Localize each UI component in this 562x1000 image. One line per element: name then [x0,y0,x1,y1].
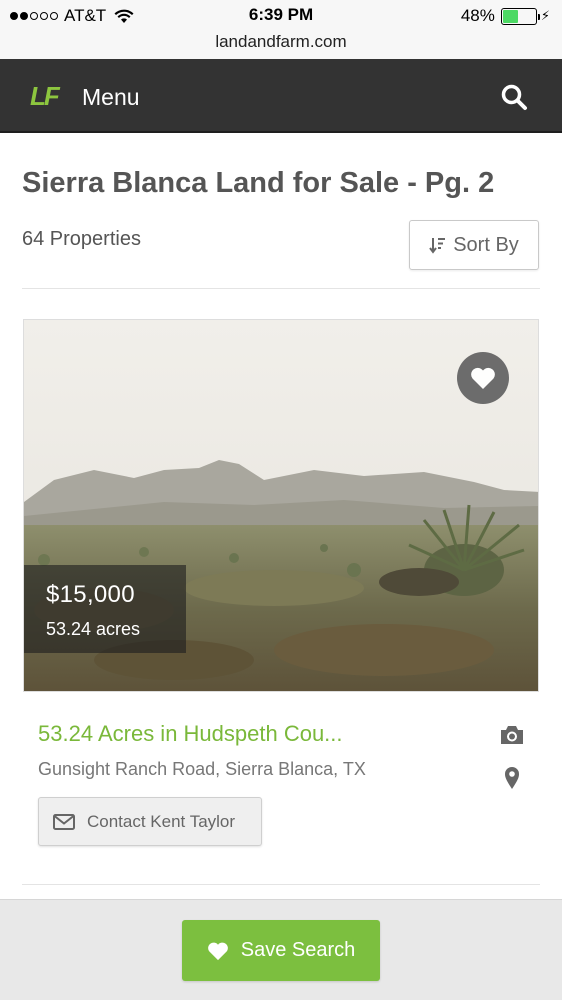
save-search-button[interactable]: Save Search [182,920,380,981]
sort-icon [429,238,446,254]
listing-address: Gunsight Ranch Road, Sierra Blanca, TX [38,759,366,779]
site-logo[interactable]: LF [30,81,60,112]
favorite-button[interactable] [457,352,509,404]
sort-by-button[interactable]: Sort By [409,220,539,270]
contact-agent-button[interactable]: Contact Kent Taylor [38,797,262,846]
battery-level [502,9,519,23]
heart-icon [471,367,495,389]
page-title: Sierra Blanca Land for Sale - Pg. 2 [22,167,495,199]
listing-divider [22,884,540,885]
envelope-icon [53,813,75,830]
header-divider [22,288,540,289]
price-overlay: $15,000 53.24 acres [24,565,186,653]
property-count: 64 Properties [22,228,141,250]
ios-status-bar: AT&T 6:39 PM 48% ⚡ [0,0,562,30]
search-icon[interactable] [500,83,528,111]
battery-percent: 48% [460,6,495,25]
listing-acres: 53.24 acres [46,619,141,639]
listing-price: $15,000 [46,581,135,608]
contact-agent-label: Contact Kent Taylor [87,811,236,831]
charging-icon: ⚡ [540,8,550,23]
sort-by-label: Sort By [453,233,519,256]
camera-icon[interactable] [499,723,525,747]
map-pin-icon[interactable] [503,766,521,790]
browser-url-bar[interactable]: landandfarm.com [0,30,562,59]
battery-icon [500,7,540,25]
menu-button[interactable]: Menu [82,84,140,111]
url-text: landandfarm.com [215,32,347,51]
site-header: LF Menu [0,59,562,133]
battery-status: 48% ⚡ [461,6,550,26]
listing-title-link[interactable]: 53.24 Acres in Hudspeth Cou... [38,721,343,747]
save-search-label: Save Search [240,939,356,961]
heart-icon [207,942,228,960]
bottom-action-bar: Save Search [0,899,562,1000]
